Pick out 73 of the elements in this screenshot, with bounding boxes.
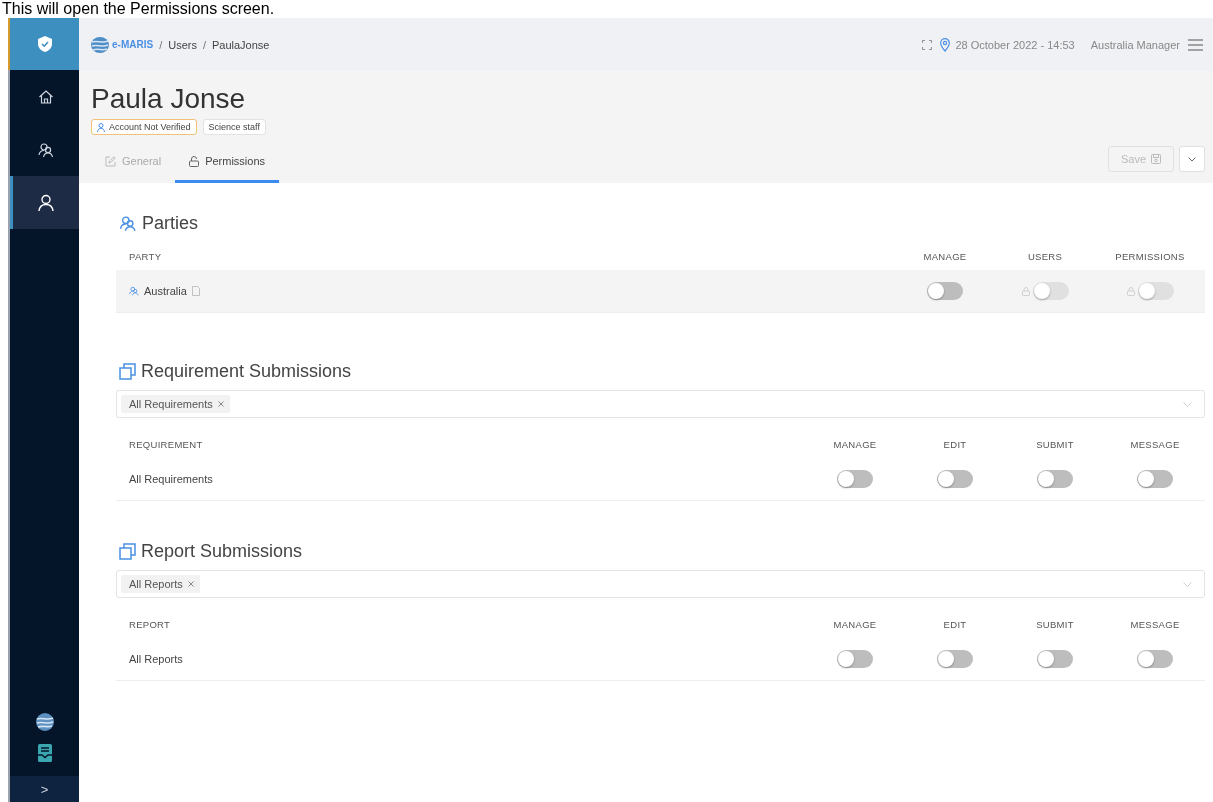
people-icon xyxy=(38,141,54,158)
section-title: Requirement Submissions xyxy=(141,361,352,382)
multi-select-field[interactable]: All Reports xyxy=(116,570,1205,598)
chevron-down-icon xyxy=(1183,581,1192,587)
toggle-switch[interactable] xyxy=(937,650,973,668)
breadcrumb-separator: / xyxy=(202,38,206,51)
toggle-switch[interactable] xyxy=(1137,282,1174,300)
tab[interactable]: Permissions xyxy=(175,143,280,183)
column-header: MANAGE xyxy=(922,250,968,262)
user-icon xyxy=(97,122,105,132)
table-cell-text: All Requirements xyxy=(128,473,214,485)
shield-icon xyxy=(37,36,52,52)
home-icon xyxy=(38,88,54,105)
document-icon[interactable] xyxy=(191,286,200,296)
close-icon[interactable] xyxy=(187,581,194,587)
column-header: SUBMIT xyxy=(1035,618,1075,630)
toggle-switch[interactable] xyxy=(1137,470,1173,488)
multi-select-field[interactable]: All Requirements xyxy=(116,390,1205,418)
section-title: Report Submissions xyxy=(141,541,303,562)
edit-icon xyxy=(105,155,116,167)
fullscreen-icon[interactable] xyxy=(922,39,933,50)
breadcrumb-link[interactable]: PaulaJonse xyxy=(212,38,270,51)
expand-sidebar-button[interactable]: > xyxy=(10,776,79,802)
globe-logo-icon xyxy=(90,35,110,54)
toggle-switch[interactable] xyxy=(1037,470,1073,488)
date-time-text: 28 October 2022 - 14:53 xyxy=(955,38,1075,51)
lock-icon xyxy=(189,155,200,167)
column-header: MANAGE xyxy=(832,618,878,630)
page-title: Paula Jonse xyxy=(91,83,247,115)
people-icon xyxy=(119,215,137,232)
breadcrumb-separator: / xyxy=(159,38,163,51)
tag-label: Account Not Verified xyxy=(109,122,191,132)
tag-label: Science staff xyxy=(208,122,260,132)
toggle-switch[interactable] xyxy=(937,470,973,488)
user-icon xyxy=(37,193,55,212)
inbox-icon[interactable] xyxy=(37,744,52,762)
column-header: EDIT xyxy=(942,618,968,630)
save-options-button[interactable] xyxy=(1179,146,1205,172)
close-icon[interactable] xyxy=(217,401,224,407)
column-header: MANAGE xyxy=(832,438,878,450)
toggle-switch[interactable] xyxy=(1037,650,1073,668)
column-header: MESSAGE xyxy=(1129,618,1181,630)
app-logo-tile[interactable] xyxy=(8,18,79,70)
column-header: EDIT xyxy=(942,438,968,450)
sidebar-item[interactable] xyxy=(10,176,79,229)
column-header: PERMISSIONS xyxy=(1114,250,1186,262)
column-header: PARTY xyxy=(128,250,163,262)
column-header: REPORT xyxy=(128,618,172,630)
caption-text: This will open the Permissions screen. xyxy=(1,0,276,18)
location-pin-icon xyxy=(940,37,951,52)
globe-logo-icon xyxy=(34,712,55,732)
party-name[interactable]: Australia xyxy=(144,285,187,297)
save-icon xyxy=(1151,154,1161,164)
chevron-down-icon xyxy=(1188,156,1196,162)
column-header: SUBMIT xyxy=(1035,438,1075,450)
column-header: REQUIREMENT xyxy=(128,438,204,450)
column-header: USERS xyxy=(1026,250,1064,262)
column-header: MESSAGE xyxy=(1129,438,1181,450)
toggle-switch[interactable] xyxy=(927,282,963,300)
table-cell-text: All Reports xyxy=(128,653,184,665)
menu-icon[interactable] xyxy=(1188,38,1203,51)
people-icon xyxy=(129,286,139,296)
breadcrumb-link[interactable]: Users xyxy=(168,38,197,51)
toggle-switch[interactable] xyxy=(837,470,873,488)
toggle-switch[interactable] xyxy=(1137,650,1173,668)
copy-icon xyxy=(119,363,136,380)
toggle-switch[interactable] xyxy=(1032,282,1069,300)
chevron-down-icon xyxy=(1183,401,1192,407)
filter-chip[interactable]: All Reports xyxy=(121,575,200,593)
filter-chip[interactable]: All Requirements xyxy=(121,395,230,413)
copy-icon xyxy=(119,543,136,560)
section-title: Parties xyxy=(142,213,199,234)
toggle-switch[interactable] xyxy=(837,650,873,668)
